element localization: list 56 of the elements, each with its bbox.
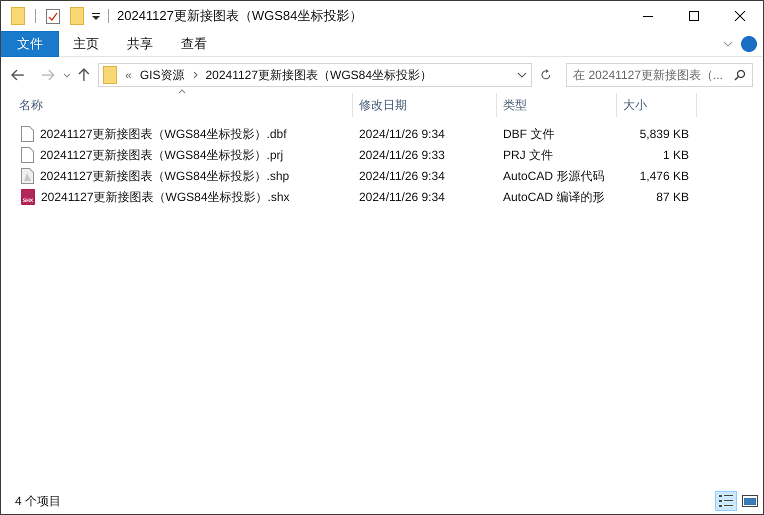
maximize-icon [689,11,699,21]
column-header[interactable]: 大小 [617,93,697,117]
document-icon [21,146,34,162]
file-type: AutoCAD 形源代码 [503,168,604,182]
close-icon [735,11,745,21]
chevron-down-icon[interactable] [517,72,528,78]
overflow-chevron[interactable]: « [125,66,132,84]
column-header[interactable]: 修改日期 [353,93,497,117]
modified-date: 2024/11/26 9:33 [359,148,445,162]
breadcrumb[interactable]: 20241127更新接图表（WGS84坐标投影） [206,66,432,84]
file-size: 87 KB [656,190,689,204]
file-name: 20241127更新接图表（WGS84坐标投影）.prj [40,146,284,164]
file-name: 20241127更新接图表（WGS84坐标投影）.shx [41,188,290,206]
recent-dropdown-icon[interactable] [62,72,70,78]
column-header[interactable]: 名称 [13,93,353,117]
customize-dropdown-icon[interactable] [92,12,100,20]
folder-icon [11,7,25,25]
file-size: 5,839 KB [640,126,689,140]
ribbon-tab[interactable]: 查看 [167,30,221,56]
document-icon [21,126,34,142]
file-type: DBF 文件 [503,126,554,140]
modified-date: 2024/11/26 9:34 [359,168,445,182]
ribbon-tab[interactable]: 主页 [59,30,113,56]
refresh-icon[interactable] [540,69,552,81]
new-folder-icon [70,7,84,25]
file-type: AutoCAD 编译的形 [503,190,604,204]
file-menu-tab[interactable]: 文件 [1,30,59,56]
address-bar[interactable]: « GIS资源 20241127更新接图表（WGS84坐标投影） [98,63,532,87]
modified-date: 2024/11/26 9:34 [359,190,445,204]
back-arrow-icon[interactable] [11,69,25,81]
column-header[interactable]: 类型 [497,93,617,117]
ribbon-tab[interactable]: 共享 [113,30,167,56]
chevron-right-icon[interactable] [192,71,198,79]
search-icon [734,69,746,81]
file-row[interactable]: 20241127更新接图表（WGS84坐标投影）.dbf 2024/11/26 9:34 DBF 文件 5,839 KB [13,123,763,144]
breadcrumb[interactable]: GIS资源 [140,66,184,84]
drawing-file-icon [21,168,34,184]
window-title: 20241127更新接图表（WGS84坐标投影） [117,7,362,26]
search-field[interactable]: 在 20241127更新接图表（... [566,63,753,87]
file-size: 1,476 KB [640,168,689,182]
properties-icon[interactable] [46,8,60,24]
file-row[interactable]: 20241127更新接图表（WGS84坐标投影）.prj 2024/11/26 9:33 PRJ 文件 1 KB [13,144,763,165]
details-view-button[interactable] [715,491,737,511]
expand-ribbon-icon[interactable] [723,40,733,46]
details-list-icon [718,494,734,508]
sort-ascending-icon [178,89,186,94]
file-row[interactable]: 20241127更新接图表（WGS84坐标投影）.shp 2024/11/26 9:34 AutoCAD 形源代码 1,476 KB [13,165,763,186]
file-type: PRJ 文件 [503,148,554,162]
file-size: 1 KB [662,148,689,162]
file-name: 20241127更新接图表（WGS84坐标投影）.dbf [40,126,287,142]
modified-date: 2024/11/26 9:34 [359,126,445,140]
file-name: 20241127更新接图表（WGS84坐标投影）.shp [40,168,290,184]
item-count: 4 个项目 [15,493,62,510]
picture-tiles-icon [742,494,758,508]
up-arrow-icon[interactable] [78,68,90,82]
folder-icon [103,66,118,84]
